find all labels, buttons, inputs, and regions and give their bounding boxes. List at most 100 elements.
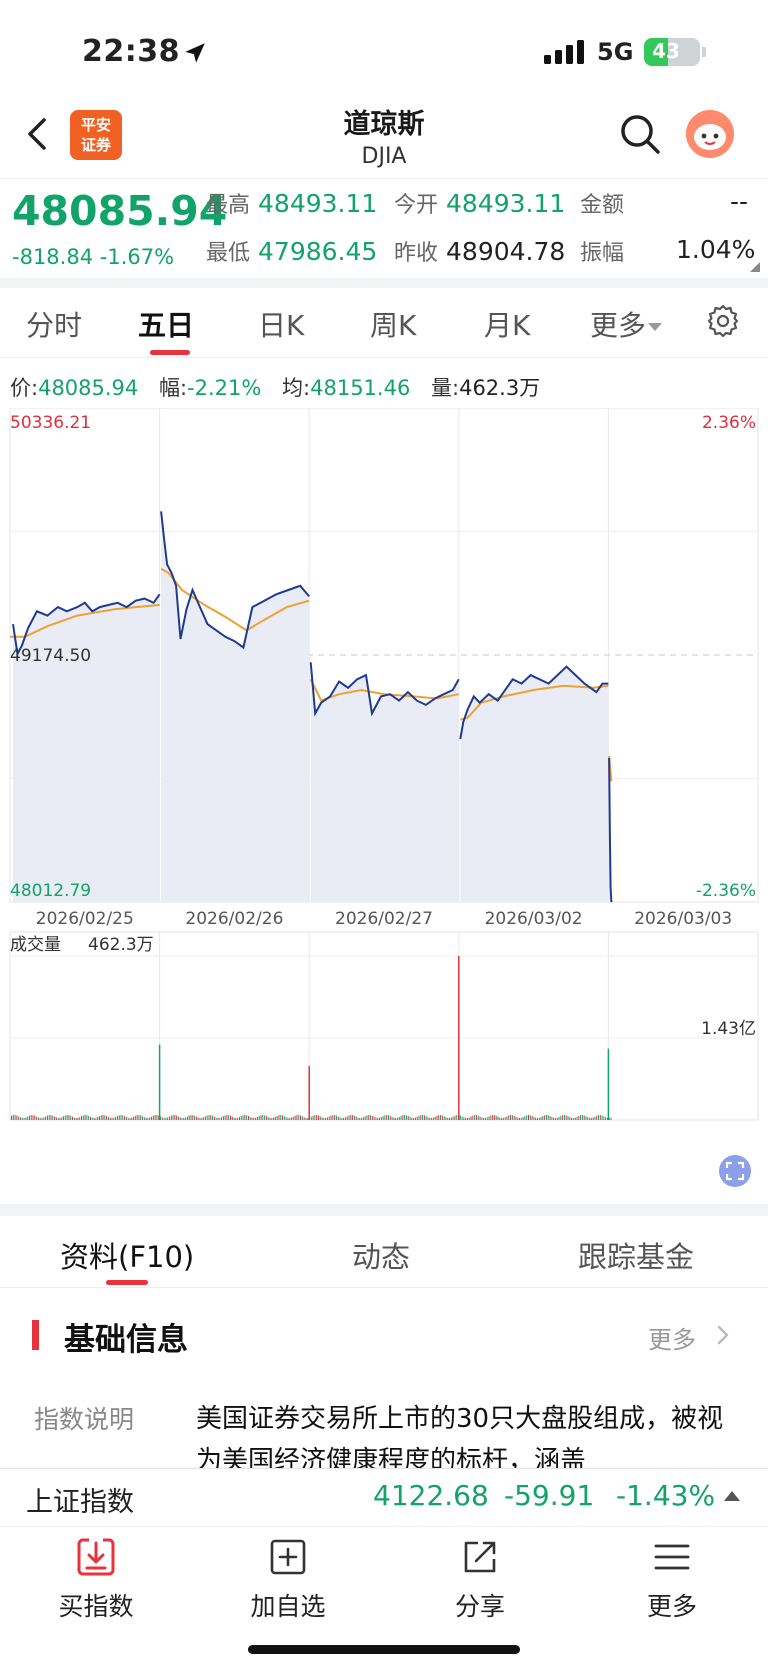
tab-weekly-k[interactable]: 周K bbox=[370, 304, 416, 344]
ticker-price: 4122.68 bbox=[373, 1479, 489, 1512]
volume-title-label: 成交量 bbox=[10, 935, 61, 955]
change-amount: -818.84 bbox=[12, 245, 94, 269]
add-watchlist-button[interactable]: 加自选 bbox=[218, 1537, 358, 1623]
info-avg-label: 均: bbox=[282, 376, 311, 400]
volume-plot-frame bbox=[9, 931, 759, 1121]
y-axis-top-pct-label: 2.36% bbox=[702, 413, 756, 433]
home-indicator bbox=[248, 1645, 520, 1654]
tab-more[interactable]: 更多 bbox=[590, 304, 663, 344]
ticker-percent: -1.43% bbox=[616, 1479, 716, 1512]
index-description-label: 指数说明 bbox=[34, 1405, 135, 1434]
tab-f10[interactable]: 资料(F10) bbox=[60, 1234, 194, 1276]
quote-panel: 48085.94 -818.84 -1.67% 最高 48493.11 今开 484… bbox=[0, 178, 768, 278]
more-button[interactable]: 更多 bbox=[602, 1537, 742, 1623]
buy-index-button[interactable]: 买指数 bbox=[26, 1537, 166, 1623]
x-axis-date-label: 2026/02/25 bbox=[36, 909, 134, 929]
divider bbox=[0, 278, 768, 288]
share-icon bbox=[464, 1541, 496, 1573]
battery-percent: 43 bbox=[652, 39, 680, 63]
expand-corner-icon[interactable] bbox=[750, 262, 760, 272]
bottom-toolbar: 买指数 加自选 分享 更多 bbox=[0, 1526, 768, 1665]
avatar[interactable] bbox=[686, 110, 734, 158]
add-square-icon bbox=[270, 1539, 306, 1575]
index-description-text: 美国证券交易所上市的30只大盘股组成，被视为美国经济健康程度的标杆，涵盖 bbox=[196, 1404, 724, 1470]
high-value: 48493.11 bbox=[258, 189, 378, 218]
fullscreen-icon[interactable] bbox=[718, 1154, 752, 1188]
prev-close-value: 48904.78 bbox=[446, 237, 566, 266]
tab-minute[interactable]: 分时 bbox=[26, 304, 82, 344]
amplitude-label: 振幅 bbox=[580, 241, 625, 266]
five-day-chart[interactable]: 50336.21 49174.50 48012.79 2.36% -2.36% 2026/… bbox=[0, 407, 768, 1198]
battery-icon: 43 bbox=[644, 38, 700, 66]
tab-tracking-funds[interactable]: 跟踪基金 bbox=[578, 1234, 694, 1276]
ticker-name: 上证指数 bbox=[26, 1487, 134, 1518]
x-axis-date-label: 2026/02/26 bbox=[185, 909, 283, 929]
amplitude-cell-value: 1.04% bbox=[676, 235, 755, 264]
low-cell: 最低 47986.45 bbox=[206, 235, 377, 267]
price-area-fill bbox=[161, 511, 310, 902]
info-vol: 462.3万 bbox=[459, 376, 541, 400]
info-price: 48085.94 bbox=[38, 376, 139, 400]
chart-info-line: 价:48085.94 幅:-2.21% 均:48151.46 量:462.3万 bbox=[10, 372, 540, 402]
nav-header: 平安 证券 道琼斯 DJIA bbox=[0, 92, 768, 174]
section-title: 基础信息 bbox=[64, 1322, 188, 1358]
tab-daily-k[interactable]: 日K bbox=[258, 304, 304, 344]
open-cell: 今开 48493.11 bbox=[394, 187, 565, 219]
tab-five-day[interactable]: 五日 bbox=[138, 304, 194, 344]
buy-download-icon bbox=[77, 1537, 115, 1576]
tab-more-label: 更多 bbox=[590, 309, 647, 342]
search-icon[interactable] bbox=[618, 112, 662, 156]
high-cell: 最高 48493.11 bbox=[206, 187, 377, 219]
amplitude-value: 1.04% bbox=[676, 235, 756, 264]
volume-value-label: 462.3万 bbox=[88, 935, 154, 955]
more-link[interactable]: 更多 bbox=[648, 1320, 696, 1355]
y-axis-bottom-label: 48012.79 bbox=[10, 881, 91, 901]
y-axis-bottom-pct-label: -2.36% bbox=[696, 881, 756, 901]
open-value: 48493.11 bbox=[446, 189, 566, 218]
status-bar: 22:38 5G 43 bbox=[0, 0, 768, 90]
info-range: -2.21% bbox=[187, 376, 262, 400]
info-range-label: 幅: bbox=[158, 376, 188, 400]
gear-icon[interactable] bbox=[706, 304, 740, 338]
share-label: 分享 bbox=[454, 1592, 505, 1621]
x-axis-date-label: 2026/03/02 bbox=[485, 909, 583, 929]
change-percent: -1.67% bbox=[99, 245, 175, 269]
y-axis-top-label: 50336.21 bbox=[10, 413, 91, 433]
ticker-change: -59.91 bbox=[504, 1479, 595, 1512]
more-label: 更多 bbox=[646, 1592, 697, 1621]
tab-news[interactable]: 动态 bbox=[352, 1234, 410, 1276]
dropdown-caret-icon bbox=[648, 323, 663, 331]
prev-close-cell: 昨收 48904.78 bbox=[394, 235, 565, 267]
y-axis-mid-label: 49174.50 bbox=[10, 646, 91, 666]
price-change: -818.84 -1.67% bbox=[12, 245, 174, 269]
low-label: 最低 bbox=[206, 241, 251, 266]
cellular-signal-icon bbox=[544, 40, 584, 64]
amount-cell-value: -- bbox=[730, 187, 748, 216]
info-vol-label: 量: bbox=[431, 376, 460, 400]
status-time: 22:38 bbox=[82, 34, 180, 69]
low-value: 47986.45 bbox=[258, 237, 378, 266]
volume-axis-label: 1.43亿 bbox=[701, 1019, 756, 1039]
assistant-face-icon bbox=[686, 110, 734, 158]
location-arrow-icon bbox=[185, 43, 205, 63]
current-price: 48085.94 bbox=[12, 187, 228, 235]
expand-up-icon[interactable] bbox=[724, 1491, 740, 1501]
amount-label: 金额 bbox=[580, 193, 625, 218]
battery-tip bbox=[702, 47, 706, 57]
price-chart-svg: 50336.21 49174.50 48012.79 2.36% -2.36% 2026/… bbox=[9, 407, 759, 1121]
basic-info-header: 基础信息 更多 bbox=[0, 1300, 768, 1370]
high-label: 最高 bbox=[206, 193, 251, 218]
period-tabs: 分时 五日 日K 周K 月K 更多 bbox=[0, 288, 768, 358]
tab-monthly-k-label: 月K bbox=[484, 309, 531, 342]
market-ticker[interactable]: 上证指数 4122.68 -59.91 -1.43% bbox=[0, 1468, 768, 1526]
x-axis-date-label: 2026/02/27 bbox=[335, 909, 433, 929]
share-button[interactable]: 分享 bbox=[410, 1537, 550, 1623]
chevron-right-icon[interactable] bbox=[716, 1324, 730, 1346]
tab-monthly-k[interactable]: 月K bbox=[484, 304, 530, 344]
info-price-label: 价: bbox=[10, 376, 39, 400]
amount-value: -- bbox=[730, 187, 749, 216]
network-type: 5G bbox=[597, 38, 634, 66]
open-label: 今开 bbox=[394, 193, 439, 218]
buy-index-label: 买指数 bbox=[58, 1592, 134, 1621]
section-marker bbox=[32, 1320, 39, 1350]
